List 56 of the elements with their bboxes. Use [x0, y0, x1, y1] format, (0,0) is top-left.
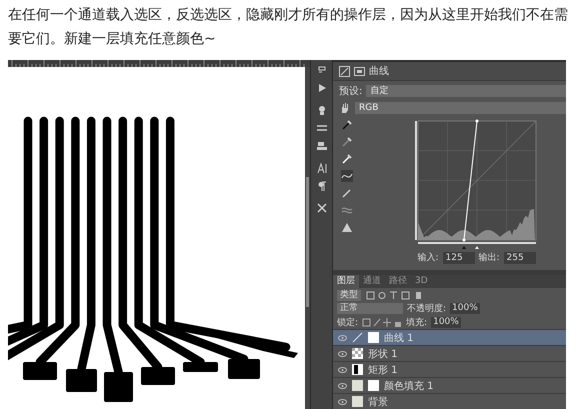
caption-paragraph: 在任何一个通道载入选区，反选选区，隐藏刚才所有的操作层，因为从这里开始我们不在需要它们。新建一层填充任意颜色~	[7, 6, 569, 49]
layer-row[interactable]: 颜色填充 1	[333, 377, 566, 394]
layer-row[interactable]: 曲线 1	[333, 329, 566, 346]
scissors-icon	[316, 202, 328, 214]
fill-label: 填充:	[406, 316, 428, 330]
curves-adjustment-icon	[352, 332, 363, 344]
layer-name: 形状 1	[368, 348, 398, 361]
paragraph-icon	[316, 180, 328, 192]
stamp-icon	[316, 140, 328, 152]
eye-icon	[338, 350, 347, 357]
layer-name: 背景	[368, 396, 388, 409]
panel-title: 曲线	[369, 64, 389, 78]
input-label: 输入:	[417, 252, 438, 264]
blend-mode-dropdown[interactable]: 正常	[337, 303, 403, 314]
panel-tab[interactable]: 图层	[333, 275, 359, 288]
layer-row[interactable]: 形状 1	[333, 345, 566, 362]
panel-tab[interactable]: 通道	[359, 275, 385, 288]
eyedropper-icon	[341, 136, 353, 148]
channel-dropdown[interactable]: RGB	[355, 102, 566, 114]
lock-label: 锁定:	[337, 316, 358, 330]
layer-row[interactable]: 矩形 1	[333, 361, 566, 378]
mask-thumbnail	[368, 332, 379, 344]
lock-icons-drawing	[362, 318, 402, 328]
mask-thumbnail	[368, 380, 379, 392]
input-field[interactable]: 125	[442, 252, 474, 264]
preset-label: 预设:	[339, 85, 362, 98]
layer-name: 曲线 1	[384, 332, 414, 345]
layer-row[interactable]: 背景	[333, 393, 566, 409]
opacity-label: 不透明度:	[407, 302, 446, 316]
warning-icon	[341, 221, 353, 233]
filter-dropdown[interactable]: 类型	[337, 290, 361, 301]
layer-name: 颜色填充 1	[384, 380, 434, 393]
color-thumbnail	[352, 380, 363, 392]
panel-tab[interactable]: 路径	[385, 275, 411, 288]
checker-thumbnail	[352, 348, 363, 360]
eyedropper-icon	[341, 119, 353, 131]
fill-field[interactable]: 100%	[431, 317, 461, 328]
eye-icon	[338, 366, 347, 373]
output-field[interactable]: 255	[504, 252, 536, 264]
eye-icon	[338, 334, 347, 341]
curves-icon	[339, 66, 350, 76]
panel-tab[interactable]: 3D	[411, 275, 432, 288]
pencil-icon	[341, 187, 353, 199]
eye-icon	[338, 398, 347, 405]
hand-icon	[339, 102, 351, 114]
layer-name: 矩形 1	[368, 364, 398, 377]
character-icon	[316, 162, 328, 174]
color-thumbnail	[352, 396, 363, 408]
eyedropper-icon	[341, 153, 353, 165]
opacity-field[interactable]: 100%	[450, 303, 480, 314]
eye-icon	[338, 382, 347, 389]
output-label: 输出:	[478, 252, 500, 264]
mask-icon	[354, 66, 365, 76]
shape-thumbnail	[352, 364, 363, 376]
curve-icon	[341, 170, 353, 182]
preset-dropdown[interactable]: 自定	[366, 85, 566, 97]
